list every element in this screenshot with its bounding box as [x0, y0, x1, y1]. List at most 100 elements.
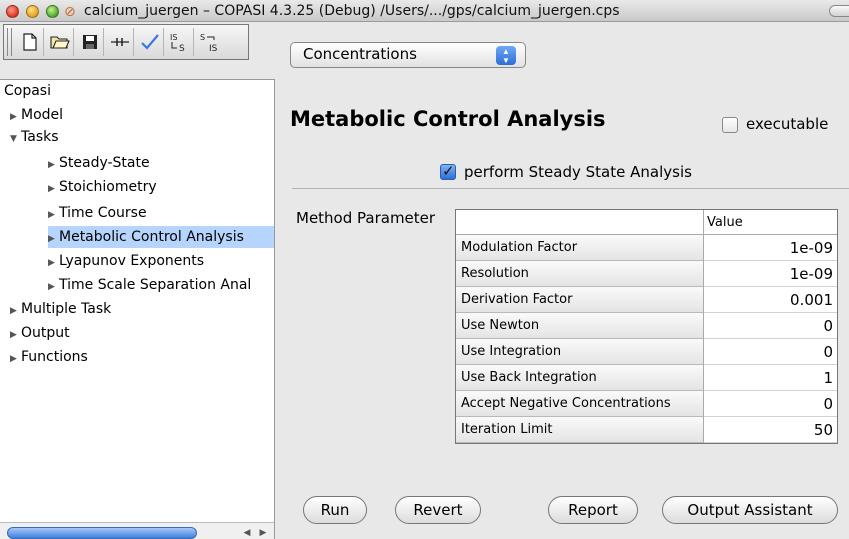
- page-title: Metabolic Control Analysis: [290, 107, 606, 131]
- row-header: Use Back Integration: [456, 365, 704, 391]
- independent-to-simple-icon[interactable]: IS S: [166, 28, 194, 56]
- parameter-value-cell[interactable]: 0.001: [704, 287, 837, 313]
- divider: [292, 188, 849, 189]
- tree-item-label: Time Course: [59, 205, 147, 221]
- tree-item-output[interactable]: ▶ Output: [10, 322, 70, 344]
- scroll-right-arrow-icon[interactable]: ▶: [256, 525, 270, 539]
- minimize-window-button[interactable]: [26, 5, 39, 18]
- svg-text:S: S: [200, 33, 205, 42]
- parameter-value-cell[interactable]: 0: [704, 313, 837, 339]
- tree-item-time-course[interactable]: ▶ Time Course: [48, 202, 147, 224]
- row-header: Modulation Factor: [456, 235, 704, 261]
- toolbar: IS S S IS Concentrations ▲ ▼: [0, 23, 849, 79]
- svg-text:S: S: [179, 44, 185, 53]
- table-row: Resolution 1e-09: [456, 261, 837, 287]
- task-panel: Metabolic Control Analysis executable pe…: [276, 79, 849, 539]
- tree-item-label: Steady-State: [59, 155, 150, 171]
- tree-root[interactable]: Copasi: [4, 80, 51, 102]
- scrollbar-thumb[interactable]: [7, 527, 197, 539]
- output-assistant-button[interactable]: Output Assistant: [662, 496, 838, 524]
- title-bar: ⊘ calcium_juergen – COPASI 4.3.25 (Debug…: [0, 0, 849, 22]
- table-row: Use Back Integration 1: [456, 365, 837, 391]
- svg-text:IS: IS: [170, 33, 177, 42]
- revert-button[interactable]: Revert: [395, 496, 481, 524]
- select-arrows-icon: ▲ ▼: [496, 46, 516, 65]
- method-parameter-label: Method Parameter: [296, 209, 436, 227]
- table-row: Use Newton 0: [456, 313, 837, 339]
- collapsed-triangle-icon[interactable]: ▶: [48, 228, 59, 250]
- slider-icon[interactable]: [106, 28, 134, 56]
- collapsed-triangle-icon[interactable]: ▶: [10, 106, 21, 128]
- collapsed-triangle-icon[interactable]: ▶: [10, 300, 21, 322]
- collapsed-triangle-icon[interactable]: ▶: [10, 348, 21, 370]
- report-button[interactable]: Report: [548, 496, 638, 524]
- window-title: calcium_juergen – COPASI 4.3.25 (Debug) …: [84, 3, 620, 19]
- tree-item-time-scale-separation[interactable]: ▶ Time Scale Separation Anal: [48, 274, 251, 296]
- table-row: Derivation Factor 0.001: [456, 287, 837, 313]
- parameter-value-cell[interactable]: 0: [704, 339, 837, 365]
- tree-item-label: Multiple Task: [21, 301, 112, 317]
- tree-item-lyapunov-exponents[interactable]: ▶ Lyapunov Exponents: [48, 250, 204, 272]
- tree-item-label: Tasks: [21, 129, 59, 145]
- collapsed-triangle-icon[interactable]: ▶: [48, 178, 59, 200]
- table-header: Value: [456, 210, 837, 235]
- tree-item-functions[interactable]: ▶ Functions: [10, 346, 88, 368]
- tree-item-metabolic-control-analysis[interactable]: ▶ Metabolic Control Analysis: [48, 226, 274, 250]
- collapsed-triangle-icon[interactable]: ▶: [48, 204, 59, 226]
- parameter-value-cell[interactable]: 1e-09: [704, 235, 837, 261]
- tree-item-model[interactable]: ▶ Model: [10, 104, 63, 126]
- tree-item-tasks[interactable]: ▼ Tasks: [10, 126, 59, 148]
- row-header: Accept Negative Concentrations: [456, 391, 704, 417]
- row-header: Resolution: [456, 261, 704, 287]
- row-header: Use Integration: [456, 339, 704, 365]
- tree-item-label: Functions: [21, 349, 88, 365]
- scroll-left-arrow-icon[interactable]: ◀: [240, 525, 254, 539]
- tree-item-steady-state[interactable]: ▶ Steady-State: [48, 152, 150, 174]
- horizontal-scrollbar[interactable]: ◀ ▶: [0, 522, 274, 539]
- steady-state-label: perform Steady State Analysis: [464, 163, 692, 181]
- steady-state-checkbox[interactable]: [440, 162, 456, 180]
- parameter-value-cell[interactable]: 1: [704, 365, 837, 391]
- view-mode-select[interactable]: Concentrations ▲ ▼: [290, 42, 526, 68]
- document-proxy-icon[interactable]: ⊘: [64, 3, 80, 19]
- executable-checkbox[interactable]: [722, 117, 738, 133]
- open-folder-icon[interactable]: [46, 28, 74, 56]
- run-button[interactable]: Run: [303, 496, 367, 524]
- tree-item-multiple-task[interactable]: ▶ Multiple Task: [10, 298, 111, 320]
- table-row: Iteration Limit 50: [456, 417, 837, 443]
- tree-item-label: Lyapunov Exponents: [59, 253, 205, 269]
- row-header: Iteration Limit: [456, 417, 704, 443]
- toolbar-button-group: IS S S IS: [3, 24, 249, 60]
- row-header: Derivation Factor: [456, 287, 704, 313]
- object-browser-tree[interactable]: Copasi ▶ Model ▼ Tasks ▶ Steady-State ▶ Stoi…: [0, 79, 275, 539]
- parameter-value-cell[interactable]: 50: [704, 417, 837, 443]
- method-parameter-table: Value Modulation Factor 1e-09 Resolution…: [455, 209, 838, 444]
- table-row: Accept Negative Concentrations 0: [456, 391, 837, 417]
- expanded-triangle-icon[interactable]: ▼: [10, 128, 21, 150]
- collapsed-triangle-icon[interactable]: ▶: [10, 324, 21, 346]
- tree-item-label: Output: [21, 325, 70, 341]
- close-window-button[interactable]: [6, 5, 19, 18]
- parameter-value-cell[interactable]: 1e-09: [704, 261, 837, 287]
- executable-label: executable: [746, 115, 829, 133]
- toolbar-grip[interactable]: [7, 28, 12, 56]
- save-disk-icon[interactable]: [76, 28, 104, 56]
- check-icon[interactable]: [136, 28, 164, 56]
- toolbar-toggle-button[interactable]: [829, 5, 849, 17]
- tree-item-label: Stoichiometry: [59, 179, 157, 195]
- simple-to-independent-icon[interactable]: S IS: [196, 28, 224, 56]
- new-file-icon[interactable]: [16, 28, 44, 56]
- collapsed-triangle-icon[interactable]: ▶: [48, 276, 59, 298]
- view-mode-selected: Concentrations: [303, 45, 417, 63]
- parameter-value-cell[interactable]: 0: [704, 391, 837, 417]
- table-row: Use Integration 0: [456, 339, 837, 365]
- svg-text:IS: IS: [209, 44, 218, 53]
- collapsed-triangle-icon[interactable]: ▶: [48, 154, 59, 176]
- collapsed-triangle-icon[interactable]: ▶: [48, 252, 59, 274]
- tree-item-label: Time Scale Separation Anal: [59, 277, 252, 293]
- tree-item-label: Metabolic Control Analysis: [59, 229, 244, 245]
- tree-item-label: Model: [21, 107, 64, 123]
- tree-item-stoichiometry[interactable]: ▶ Stoichiometry: [48, 176, 157, 198]
- zoom-window-button[interactable]: [46, 5, 59, 18]
- column-header-value: Value: [704, 210, 837, 235]
